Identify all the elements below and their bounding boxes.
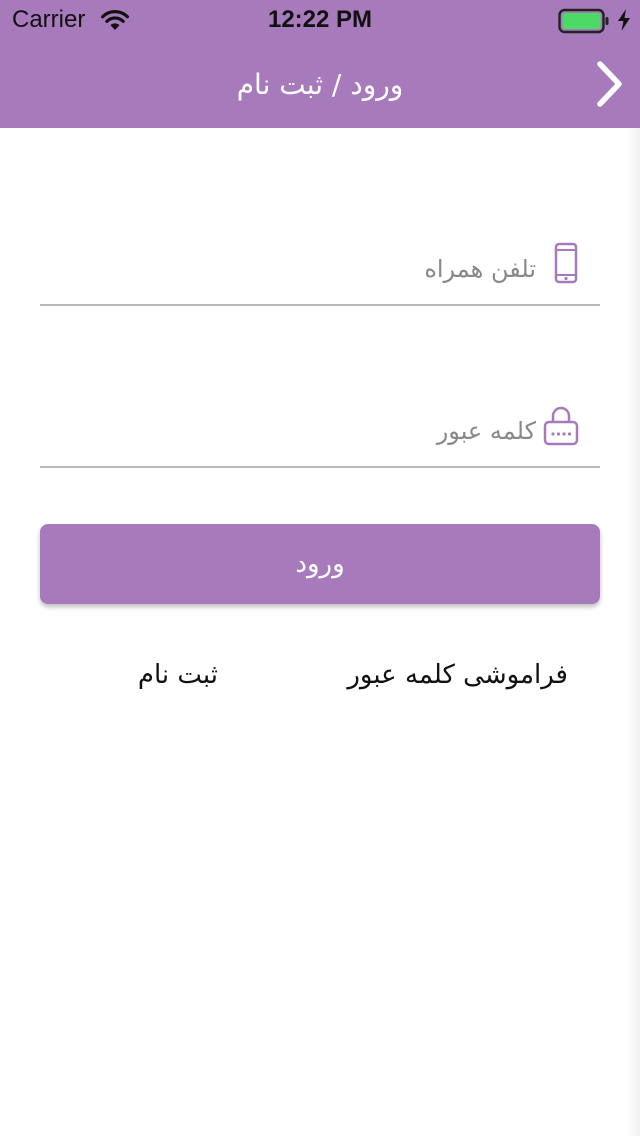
mobile-phone-icon (554, 242, 578, 284)
password-field-group (40, 398, 600, 468)
password-input[interactable] (56, 406, 536, 456)
nav-bar: ورود / ثبت نام (0, 40, 640, 128)
charging-bolt-icon (618, 9, 630, 31)
phone-underline (40, 304, 600, 306)
lock-icon (543, 406, 579, 446)
battery-icon (558, 8, 609, 34)
phone-field-group (40, 236, 600, 306)
back-button[interactable] (588, 54, 634, 114)
top-bar: Carrier 12:22 PM ورود / ثبت نام (0, 0, 640, 128)
phone-input[interactable] (56, 244, 536, 294)
page-title: ورود / ثبت نام (236, 68, 404, 101)
register-link[interactable]: ثبت نام (110, 660, 218, 700)
forgot-password-link[interactable]: فراموشی کلمه عبور (340, 660, 568, 700)
chevron-right-icon (597, 61, 622, 107)
login-screen: Carrier 12:22 PM ورود / ثبت نام تلفن همر… (0, 0, 640, 1136)
login-button[interactable]: ورود (40, 524, 600, 604)
password-underline (40, 466, 600, 468)
status-bar: Carrier 12:22 PM (0, 0, 640, 40)
edge-shadow (626, 128, 640, 1136)
status-time: 12:22 PM (267, 6, 373, 33)
